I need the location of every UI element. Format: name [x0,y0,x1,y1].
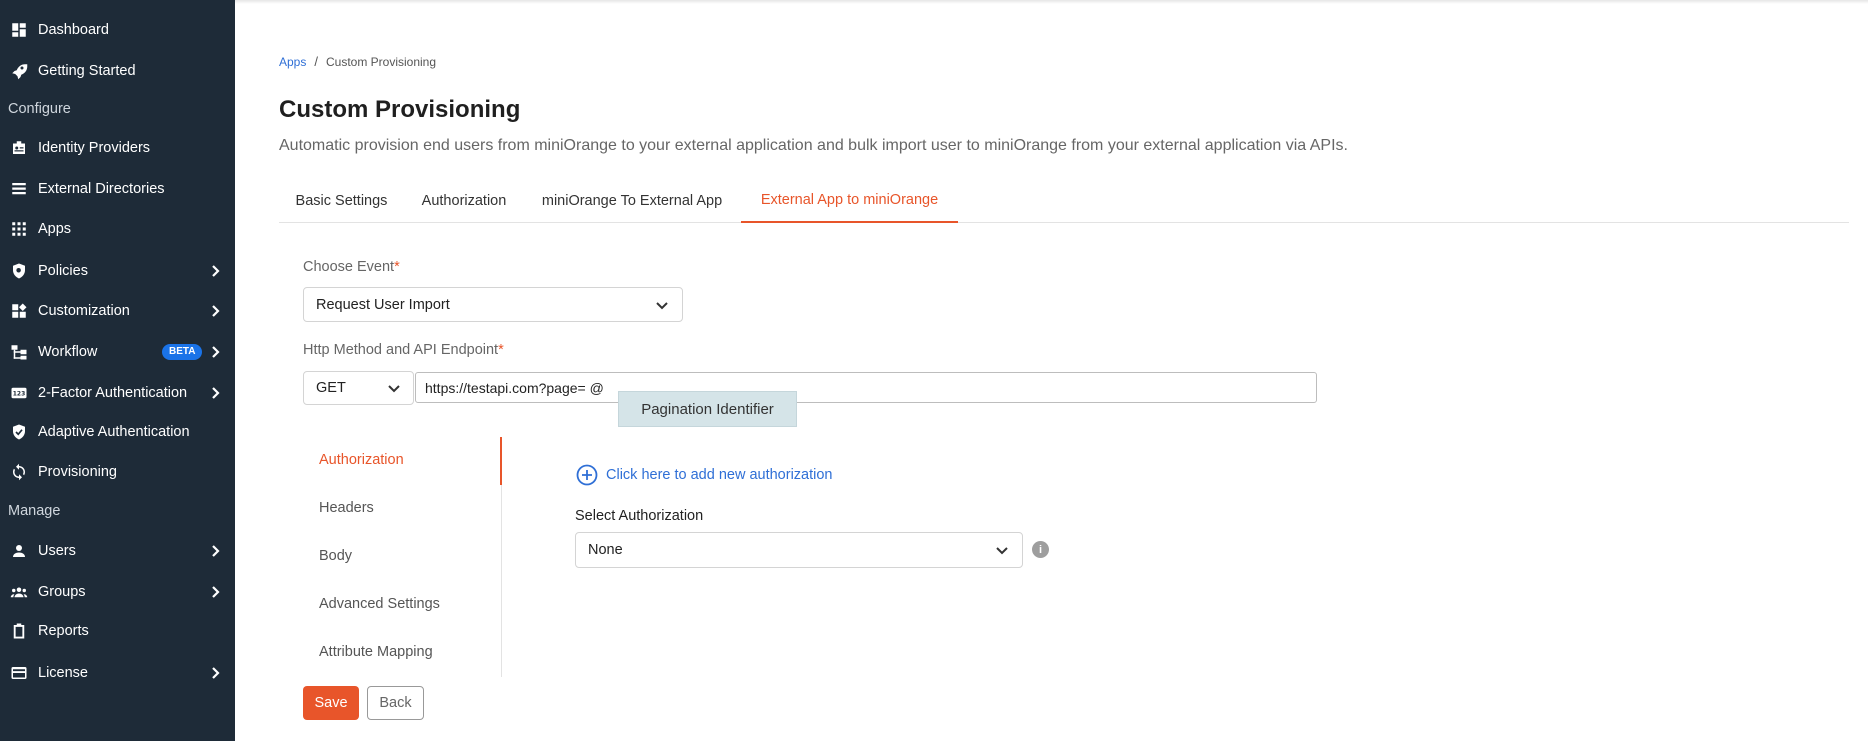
sidebar-item-reports[interactable]: Reports [0,614,235,648]
chevron-right-icon [208,345,222,359]
page-description: Automatic provision end users from miniO… [279,137,1348,154]
sidebar-item-label: Customization [38,303,130,319]
sidebar-item-customization[interactable]: Customization [0,294,235,328]
grid-icon [10,220,28,238]
beta-badge: BETA [162,344,203,360]
sidebar-item-label: Provisioning [38,464,117,480]
sidebar-item-getting-started[interactable]: Getting Started [0,54,235,88]
shield-search-icon [10,262,28,280]
sidebar-item-apps[interactable]: Apps [0,212,235,246]
subnav-headers[interactable]: Headers [319,500,374,516]
pagination-identifier-suggestion[interactable]: Pagination Identifier [618,391,797,427]
sidebar-section-manage: Manage [8,503,61,519]
chevron-right-icon [208,585,222,599]
add-authorization-text: Click here to add new authorization [606,467,833,483]
tab-authorization[interactable]: Authorization [409,178,519,223]
breadcrumb-separator: / [314,54,318,69]
http-method-select[interactable]: GET [303,371,414,405]
topbar-shadow [235,0,1868,4]
sidebar-item-groups[interactable]: Groups [0,575,235,609]
required-mark: * [498,342,504,358]
subnav-attribute-mapping[interactable]: Attribute Mapping [319,644,433,660]
breadcrumb-apps-link[interactable]: Apps [279,55,306,69]
sidebar-item-label: External Directories [38,181,165,197]
info-icon[interactable]: i [1032,541,1049,558]
sidebar-item-users[interactable]: Users [0,534,235,568]
sidebar-item-label: Getting Started [38,63,136,79]
list-icon [10,180,28,198]
tab-bar: Basic Settings Authorization miniOrange … [279,178,1849,223]
widgets-icon [10,302,28,320]
chevron-down-icon [655,298,669,312]
sidebar-item-policies[interactable]: Policies [0,254,235,288]
subnav-advanced-settings[interactable]: Advanced Settings [319,596,440,612]
rocket-icon [10,62,28,80]
sidebar-item-label: Dashboard [38,22,109,38]
http-method-value: GET [316,380,346,396]
sidebar: Dashboard Getting Started Configure Iden… [0,0,235,741]
chevron-right-icon [208,304,222,318]
clipboard-icon [10,622,28,640]
chevron-right-icon [208,264,222,278]
sidebar-item-external-directories[interactable]: External Directories [0,172,235,206]
id-badge-icon [10,139,28,157]
chevron-down-icon [995,543,1009,557]
sidebar-item-adaptive-authentication[interactable]: Adaptive Authentication [0,415,235,449]
back-button[interactable]: Back [367,686,424,720]
add-authorization-link[interactable]: Click here to add new authorization [576,464,833,486]
http-method-label: Http Method and API Endpoint* [303,342,504,358]
groups-icon [10,583,28,601]
plus-circle-icon [576,464,598,486]
choose-event-select[interactable]: Request User Import [303,287,683,322]
chevron-right-icon [208,666,222,680]
required-mark: * [394,259,400,275]
tab-external-app-to-miniorange[interactable]: External App to miniOrange [741,178,958,223]
sidebar-item-label: Workflow [38,344,98,360]
chevron-right-icon [208,386,222,400]
subnav-active-indicator [500,437,502,485]
subnav-body[interactable]: Body [319,548,352,564]
svg-text:123: 123 [13,391,26,398]
dashboard-icon [10,21,28,39]
breadcrumb-current: Custom Provisioning [325,55,437,69]
save-button[interactable]: Save [303,686,359,720]
sidebar-section-configure: Configure [8,101,71,117]
sync-icon [10,463,28,481]
sidebar-item-2fa[interactable]: 123 2-Factor Authentication [0,376,235,410]
sidebar-item-label: Apps [38,221,72,237]
sidebar-item-label: 2-Factor Authentication [38,385,188,401]
api-endpoint-input[interactable] [415,372,1317,403]
choose-event-value: Request User Import [316,296,450,313]
choose-event-label-text: Choose Event [303,259,395,275]
workflow-icon [10,343,28,361]
chevron-down-icon [387,381,401,395]
123-icon: 123 [10,384,28,402]
tab-miniorange-to-external-app[interactable]: miniOrange To External App [526,178,738,223]
chevron-right-icon [208,544,222,558]
sidebar-item-license[interactable]: License [0,656,235,690]
choose-event-label: Choose Event* [303,259,400,275]
sidebar-item-label: Users [38,543,76,559]
sidebar-item-dashboard[interactable]: Dashboard [0,13,235,47]
page-title: Custom Provisioning [279,96,521,123]
sidebar-item-label: License [38,665,88,681]
select-authorization-label: Select Authorization [575,508,704,524]
sidebar-item-label: Reports [38,623,89,639]
http-method-label-text: Http Method and API Endpoint [303,342,499,358]
user-icon [10,542,28,560]
sidebar-item-provisioning[interactable]: Provisioning [0,455,235,489]
sidebar-item-label: Adaptive Authentication [38,424,190,440]
breadcrumb: Apps / Custom Provisioning [279,54,436,69]
shield-check-icon [10,423,28,441]
tab-basic-settings[interactable]: Basic Settings [279,178,404,223]
sidebar-item-label: Identity Providers [38,140,151,156]
sidebar-item-label: Policies [38,263,88,279]
sidebar-item-workflow[interactable]: Workflow BETA [0,335,235,369]
subnav-authorization[interactable]: Authorization [319,452,404,468]
card-icon [10,664,28,682]
sidebar-item-identity-providers[interactable]: Identity Providers [0,131,235,165]
select-authorization-value: None [588,542,623,558]
select-authorization-select[interactable]: None [575,532,1023,568]
sidebar-item-label: Groups [38,584,86,600]
